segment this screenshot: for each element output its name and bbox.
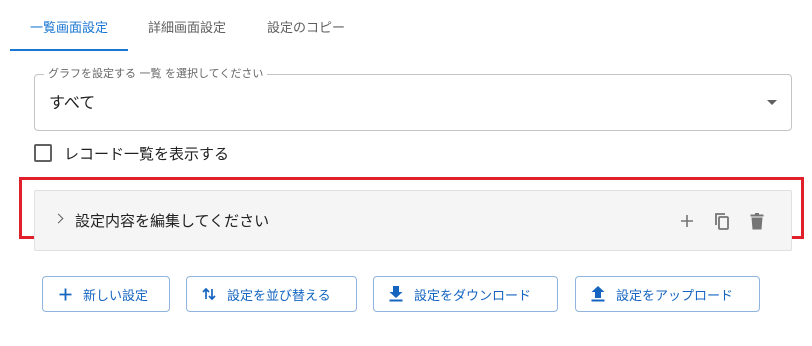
active-tab-indicator <box>10 49 128 51</box>
tab-copy-settings[interactable]: 設定のコピー <box>254 0 358 52</box>
upload-icon <box>590 286 606 302</box>
select-legend: グラフを設定する 一覧 を選択してください <box>44 67 268 81</box>
accordion-title: 設定内容を編集してください <box>75 212 270 230</box>
sort-arrows-icon <box>201 286 217 302</box>
dropdown-arrow-icon[interactable] <box>767 100 777 105</box>
upload-settings-label: 設定をアップロード <box>616 288 734 304</box>
checkbox-label: レコード一覧を表示する <box>64 144 230 163</box>
copy-icon[interactable] <box>710 209 734 233</box>
tab-bar: 一覧画面設定 詳細画面設定 設定のコピー <box>0 0 812 52</box>
show-record-list-checkbox-row[interactable]: レコード一覧を表示する <box>34 143 229 163</box>
show-record-list-checkbox[interactable] <box>34 144 52 162</box>
tab-detail-settings[interactable]: 詳細画面設定 <box>136 0 238 52</box>
upload-settings-button[interactable]: 設定をアップロード <box>575 276 760 312</box>
delete-icon[interactable] <box>745 209 769 233</box>
tab-list-settings[interactable]: 一覧画面設定 <box>10 0 128 52</box>
plus-icon <box>57 286 73 302</box>
download-settings-button[interactable]: 設定をダウンロード <box>373 276 558 312</box>
download-settings-label: 設定をダウンロード <box>414 288 532 304</box>
sort-settings-button[interactable]: 設定を並び替える <box>186 276 357 312</box>
plus-icon[interactable] <box>675 209 699 233</box>
sort-settings-label: 設定を並び替える <box>227 288 331 304</box>
new-setting-label: 新しい設定 <box>83 288 149 304</box>
chevron-right-icon[interactable] <box>53 213 64 224</box>
graph-list-select[interactable]: グラフを設定する 一覧 を選択してください すべて <box>34 67 792 131</box>
download-icon <box>388 286 404 302</box>
select-value: すべて <box>49 93 96 112</box>
settings-accordion[interactable]: 設定内容を編集してください <box>34 190 792 251</box>
new-setting-button[interactable]: 新しい設定 <box>42 276 170 312</box>
